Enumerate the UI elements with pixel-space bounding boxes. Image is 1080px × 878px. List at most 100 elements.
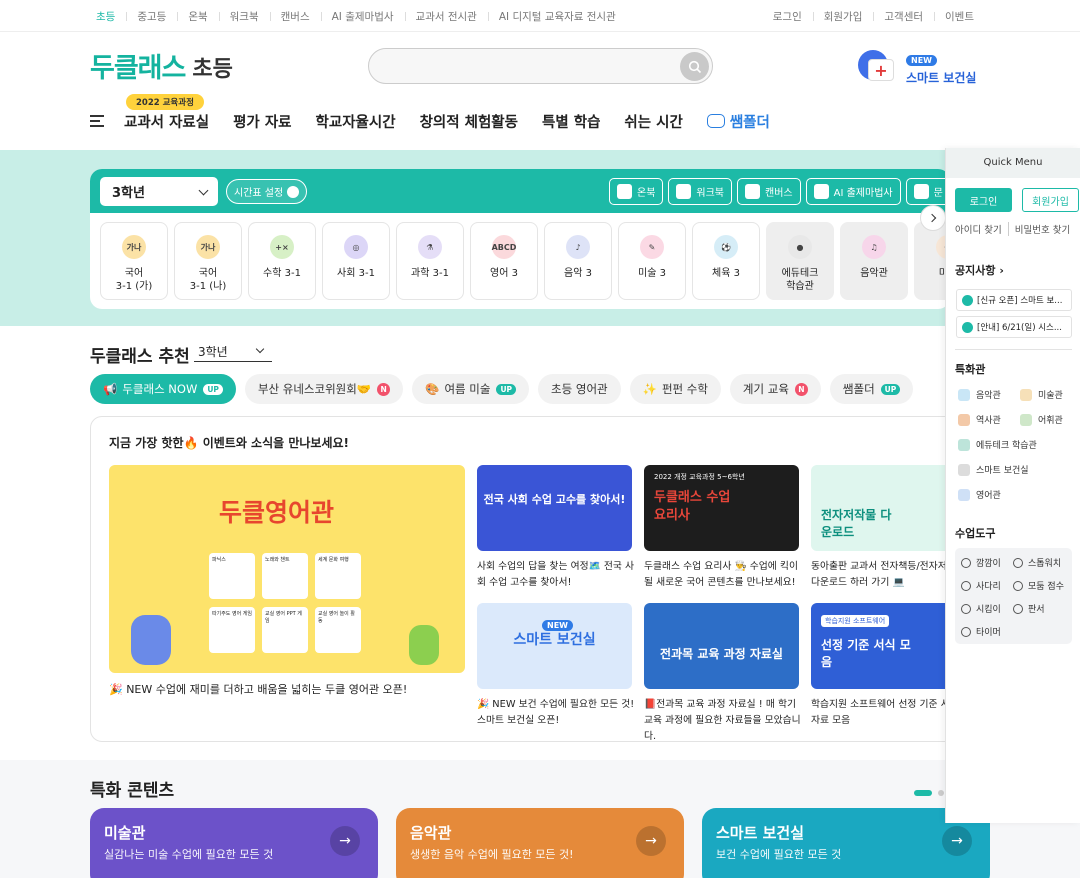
event-caption-curriculum[interactable]: 📕전과목 교육 과정 자료실 ! 매 학기 교육 과정에 필요한 자료들을 모았…: [644, 697, 802, 741]
site-logo[interactable]: 두클래스 초등: [90, 46, 233, 85]
nav-school-autonomy[interactable]: 학교자율시간: [316, 111, 396, 132]
nav-creative-activity[interactable]: 창의적 체험활동: [420, 111, 518, 132]
topbar-link-textbook-gallery[interactable]: 교과서 전시관: [404, 9, 488, 24]
quick-link-vocab[interactable]: 어휘관: [1020, 413, 1063, 426]
topbar-link-middle-high[interactable]: 중고등: [126, 9, 177, 24]
nav-textbook-materials[interactable]: 2022 교육과정 교과서 자료실: [124, 93, 209, 132]
nav-ssam-folder[interactable]: 쌤폴더: [706, 111, 770, 132]
event-banner-caption[interactable]: 🎉 NEW 수업에 재미를 더하고 배움을 넓히는 두클 영어관 오픈!: [109, 681, 407, 697]
quick-join-button[interactable]: 회원가입: [1022, 188, 1079, 212]
subject-icon: 가나: [122, 235, 146, 259]
subject-tile[interactable]: +× 수학 3-1: [248, 222, 316, 300]
subject-tile[interactable]: 가나 국어 3-1 (나): [174, 222, 242, 300]
mascot-image: [409, 625, 439, 665]
recommend-chip[interactable]: 부산 유네스코위원회🤝 N: [244, 374, 404, 404]
recommend-chip[interactable]: 📢 두클래스 NOW UP: [90, 374, 236, 404]
recommend-grade-select[interactable]: 3학년: [194, 342, 272, 362]
hamburger-menu-icon[interactable]: [90, 115, 104, 127]
recommend-chip[interactable]: 🎨 여름 미술 UP: [412, 374, 530, 404]
timetable-settings-button[interactable]: 시간표 설정: [226, 179, 308, 204]
music-note-icon: [958, 388, 970, 401]
event-caption-social[interactable]: 사회 수업의 답을 찾는 여정🗺️ 전국 사회 수업 고수를 찾아서!: [477, 559, 635, 591]
tool-ai-quiz[interactable]: AI 출제마법사: [805, 178, 901, 205]
topbar-join[interactable]: 회원가입: [812, 9, 874, 24]
topbar-support[interactable]: 고객센터: [873, 9, 934, 24]
subject-label: 사회 3-1: [337, 268, 375, 279]
chevron-right-icon: [927, 213, 936, 223]
event-caption-software[interactable]: 학습지원 소프트웨어 선정 기준 서식 자료 모음: [811, 697, 959, 729]
featured-card-art[interactable]: 미술관 실감나는 미술 수업에 필요한 모든 것 →: [90, 808, 378, 878]
tool-dark-mode[interactable]: 깜깜이: [961, 556, 1001, 569]
quick-link-art[interactable]: 미술관: [1020, 388, 1063, 401]
topbar-event[interactable]: 이벤트: [934, 9, 985, 24]
topbar-link-workbook[interactable]: 워크북: [218, 9, 270, 24]
notice-item[interactable]: [안내] 6/21(일) 시스...: [956, 316, 1072, 338]
find-password-link[interactable]: 비밀번호 찾기: [1007, 222, 1070, 236]
grade-select[interactable]: 3학년: [100, 177, 218, 206]
subject-tile[interactable]: 가나 국어 3-1 (가): [100, 222, 168, 300]
search-button[interactable]: [680, 52, 709, 81]
tool-picker[interactable]: 시킴이: [961, 602, 1001, 615]
smart-health-room-link[interactable]: + NEW 스마트 보건실: [858, 48, 976, 86]
tool-more[interactable]: 문: [905, 178, 950, 205]
nav-special-learning[interactable]: 특별 학습: [542, 111, 600, 132]
subject-next-button[interactable]: [920, 205, 946, 231]
event-banner-english[interactable]: 두클영어관 파닉스 노래와 챈트 세계 문화 여행 따기주도 영어 게임 교실 …: [109, 465, 465, 673]
nav-break-time[interactable]: 쉬는 시간: [624, 111, 682, 132]
recommend-chip[interactable]: 쌤폴더 UP: [829, 374, 914, 404]
subject-icon: ✎: [640, 235, 664, 259]
subject-tile[interactable]: ● 에듀테크 학습관: [766, 222, 834, 300]
mascot-image: [131, 615, 171, 665]
tool-ladder[interactable]: 사다리: [961, 579, 1001, 592]
notice-heading[interactable]: 공지사항 ›: [955, 262, 1004, 278]
event-card-ebook[interactable]: 전자저작물 다운로드: [811, 465, 959, 551]
special-heading: 특화관: [955, 363, 986, 376]
chevron-down-icon: [198, 185, 209, 196]
tool-canvas[interactable]: 캔버스: [737, 178, 801, 205]
quick-link-history[interactable]: 역사관: [958, 413, 1001, 426]
topbar-link-elementary[interactable]: 초등: [96, 9, 126, 24]
event-card-health[interactable]: NEW 스마트 보건실: [477, 603, 632, 689]
topbar-login[interactable]: 로그인: [762, 9, 813, 24]
subject-tile[interactable]: ♪ 음악 3: [544, 222, 612, 300]
carousel-dot-active[interactable]: [914, 790, 932, 796]
event-card-chef[interactable]: 2022 개정 교육과정 5~6학년 두클래스 수업요리사: [644, 465, 799, 551]
tool-board[interactable]: 판서: [1013, 602, 1045, 615]
carousel-dot[interactable]: [938, 790, 944, 796]
featured-card-music[interactable]: 음악관 생생한 음악 수업에 필요한 모든 것! →: [396, 808, 684, 878]
event-card-curriculum[interactable]: 전과목 교육 과정 자료실: [644, 603, 799, 689]
quick-link-english[interactable]: 영어관: [958, 488, 1001, 501]
subject-tile[interactable]: ✎ 미술 3: [618, 222, 686, 300]
tool-onbook[interactable]: 온북: [609, 178, 664, 205]
tool-stopwatch[interactable]: 스톱워치: [1013, 556, 1061, 569]
event-caption-health[interactable]: 🎉 NEW 보건 수업에 필요한 모든 것! 스마트 보건실 오픈!: [477, 697, 635, 729]
quick-link-edutech[interactable]: 에듀테크 학습관: [958, 438, 1037, 451]
subject-tile[interactable]: ⚗ 과학 3-1: [396, 222, 464, 300]
recommend-chip[interactable]: ✨ 펀펀 수학: [629, 374, 721, 404]
notice-item[interactable]: [신규 오픈] 스마트 보...: [956, 289, 1072, 311]
topbar-link-onbook[interactable]: 온북: [177, 9, 218, 24]
topbar-link-canvas[interactable]: 캔버스: [269, 9, 321, 24]
recommend-chip[interactable]: 계기 교육 N: [729, 374, 821, 404]
nav-assessment[interactable]: 평가 자료: [233, 111, 291, 132]
event-card-software[interactable]: 학습지원 소프트웨어 선정 기준 서식 모음: [811, 603, 959, 689]
event-card-social[interactable]: 전국 사회 수업 고수를 찾아서!: [477, 465, 632, 551]
event-caption-chef[interactable]: 두클래스 수업 요리사 👨‍🍳 수업에 킥이 될 새로운 국어 콘텐츠를 만나보…: [644, 559, 802, 591]
subject-tile[interactable]: ◎ 사회 3-1: [322, 222, 390, 300]
subject-tile[interactable]: ABCD 영어 3: [470, 222, 538, 300]
subject-tile[interactable]: ⚽ 체육 3: [692, 222, 760, 300]
subject-tile[interactable]: ♫ 음악관: [840, 222, 908, 300]
tool-group-score[interactable]: 모둠 점수: [1013, 579, 1064, 592]
find-id-link[interactable]: 아이디 찾기: [955, 222, 1002, 236]
grade-panel: 3학년 시간표 설정 온북 워크북 캔버스 AI 출제마법사 문 가나 국어 3-1…: [90, 169, 950, 309]
topbar-link-ai-digital-gallery[interactable]: AI 디지털 교육자료 전시관: [487, 9, 627, 24]
event-caption-ebook[interactable]: 동아출판 교과서 전자책등/전자저작물 다운로드 하러 가기 💻: [811, 559, 959, 591]
quick-link-health[interactable]: 스마트 보건실: [958, 463, 1029, 476]
search-input[interactable]: [368, 48, 713, 84]
quick-login-button[interactable]: 로그인: [955, 188, 1012, 212]
topbar-link-ai-quiz[interactable]: AI 출제마법사: [320, 9, 405, 24]
quick-link-music[interactable]: 음악관: [958, 388, 1001, 401]
tool-workbook[interactable]: 워크북: [668, 178, 733, 205]
recommend-chip[interactable]: 초등 영어관: [538, 374, 621, 404]
tool-timer[interactable]: 타이머: [961, 625, 1001, 638]
